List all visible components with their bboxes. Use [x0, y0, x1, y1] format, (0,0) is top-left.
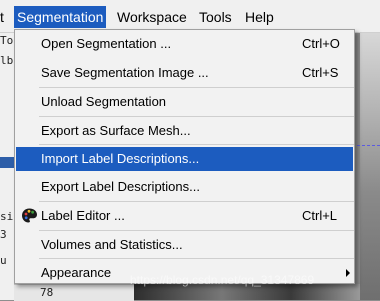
menu-separator [39, 87, 354, 88]
crosshair-line [357, 145, 380, 146]
submenu-arrow-icon [346, 269, 350, 277]
menu-item-label: Save Segmentation Image ... [41, 65, 209, 80]
menu-tools[interactable]: Tools [199, 7, 232, 27]
menu-separator [39, 201, 354, 202]
menu-item-open-segmentation[interactable]: Open Segmentation ... Ctrl+O [16, 32, 353, 56]
panel-text-fragment: si [0, 210, 14, 223]
menu-separator [39, 144, 354, 145]
segmentation-menu: Open Segmentation ... Ctrl+O Save Segmen… [14, 29, 355, 284]
menu-item-save-segmentation-image[interactable]: Save Segmentation Image ... Ctrl+S [16, 61, 353, 85]
toolbar-text-fragment: lb [0, 54, 14, 67]
menu-segmentation[interactable]: Segmentation [14, 6, 107, 28]
menu-item-unload-segmentation[interactable]: Unload Segmentation [16, 90, 353, 114]
menu-help[interactable]: Help [245, 7, 274, 27]
menu-item-label-editor[interactable]: Label Editor ... Ctrl+L [16, 204, 353, 228]
menu-item-label: Export Label Descriptions... [41, 179, 200, 194]
menu-separator [39, 258, 354, 259]
menu-separator [39, 230, 354, 231]
menu-item-label: Volumes and Statistics... [41, 237, 183, 252]
menu-item-label: Import Label Descriptions... [41, 151, 200, 166]
watermark: https://blog.csdn.net/qq_31347869 [130, 273, 315, 287]
menu-item-shortcut: Ctrl+S [302, 65, 339, 80]
toolbar-text-fragment: To [0, 34, 14, 47]
menu-item-shortcut: Ctrl+O [302, 36, 340, 51]
menu-item-volumes-statistics[interactable]: Volumes and Statistics... [16, 233, 353, 257]
menu-workspace[interactable]: Workspace [117, 7, 187, 27]
menu-item-label: Unload Segmentation [41, 94, 167, 109]
menu-item-export-label-descriptions[interactable]: Export Label Descriptions... [16, 175, 353, 199]
menu-item-shortcut: Ctrl+L [302, 208, 338, 223]
menu-item-label: Open Segmentation ... [41, 36, 172, 51]
menu-item-label: Export as Surface Mesh... [41, 123, 191, 138]
selection-edge [0, 157, 14, 168]
menu-edit-fragment[interactable]: t [0, 7, 4, 27]
palette-icon [21, 207, 38, 224]
menu-item-import-label-descriptions[interactable]: Import Label Descriptions... [16, 147, 353, 171]
panel-text-fragment: 3 [0, 228, 7, 241]
panel-value-fragment: 78 [40, 286, 54, 299]
menu-item-label: Appearance [41, 265, 112, 280]
bottom-panel-fragment: 78 [14, 284, 134, 301]
image-view-fragment [360, 32, 380, 300]
menu-item-export-surface-mesh[interactable]: Export as Surface Mesh... [16, 119, 353, 143]
menu-separator [39, 116, 354, 117]
panel-text-fragment: u [0, 254, 7, 267]
menu-item-label: Label Editor ... [41, 208, 125, 223]
